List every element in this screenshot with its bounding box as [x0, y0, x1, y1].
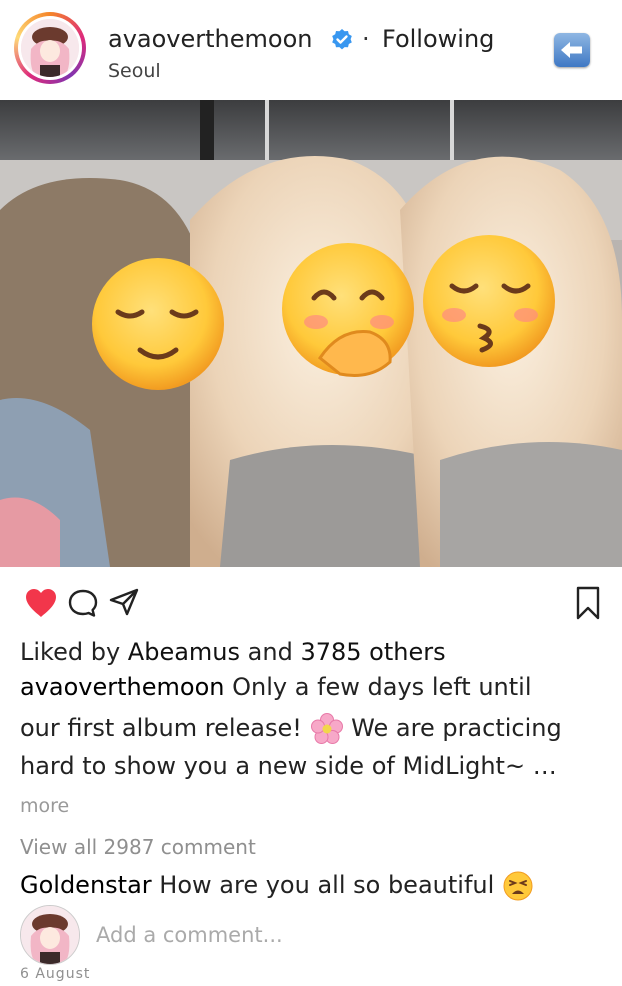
caption-text: Only a few days left until: [232, 673, 532, 701]
verified-badge-icon: [332, 29, 352, 50]
more-link[interactable]: more: [20, 795, 69, 817]
caption-username[interactable]: avaoverthemoon: [20, 673, 224, 701]
profile-avatar[interactable]: [14, 12, 86, 84]
cherry-blossom-emoji: [310, 713, 343, 744]
liked-by-and: and: [247, 638, 293, 666]
heart-icon[interactable]: [24, 587, 58, 619]
kissing-face-emoji: [423, 235, 555, 367]
share-icon[interactable]: [108, 587, 140, 617]
comment-text: How are you all so beautiful: [159, 871, 495, 899]
caption-line-1: avaoverthemoon Only a few days left unti…: [20, 673, 531, 701]
relieved-face-emoji: [92, 258, 224, 390]
add-comment-input[interactable]: Add a comment...: [96, 923, 283, 947]
following-button[interactable]: Following: [382, 25, 494, 53]
current-user-avatar: [20, 905, 80, 965]
post-location[interactable]: Seoul: [108, 60, 161, 82]
liked-by-user-link[interactable]: Abeamus: [128, 638, 240, 666]
post-date: 6 August: [20, 966, 91, 982]
likes-others-link[interactable]: 3785 others: [300, 638, 445, 666]
hand-over-mouth-emoji: [282, 243, 414, 377]
caption-text: our first album release!: [20, 714, 302, 742]
back-button[interactable]: [554, 33, 590, 67]
post-actions: [0, 572, 622, 632]
bookmark-icon[interactable]: [574, 586, 602, 620]
post-photo[interactable]: [0, 100, 622, 567]
likes-summary: Liked by Abeamus and 3785 others: [20, 638, 446, 666]
post-header: avaoverthemoon · Following Seoul: [0, 0, 622, 100]
comment-row: Goldenstar How are you all so beautiful: [20, 870, 534, 902]
tired-face-emoji: [503, 871, 533, 901]
separator-dot: ·: [362, 25, 370, 53]
caption-line-2: our first album release! We are practici…: [20, 712, 562, 746]
liked-by-label: Liked by: [20, 638, 121, 666]
back-arrow-icon: [561, 42, 582, 58]
comment-username[interactable]: Goldenstar: [20, 871, 152, 899]
view-all-comments-link[interactable]: View all 2987 comment: [20, 835, 256, 859]
caption-text: We are practicing: [351, 714, 562, 742]
post-username[interactable]: avaoverthemoon: [108, 25, 312, 53]
caption-line-3: hard to show you a new side of MidLight~…: [20, 752, 557, 780]
comment-icon[interactable]: [67, 588, 99, 618]
